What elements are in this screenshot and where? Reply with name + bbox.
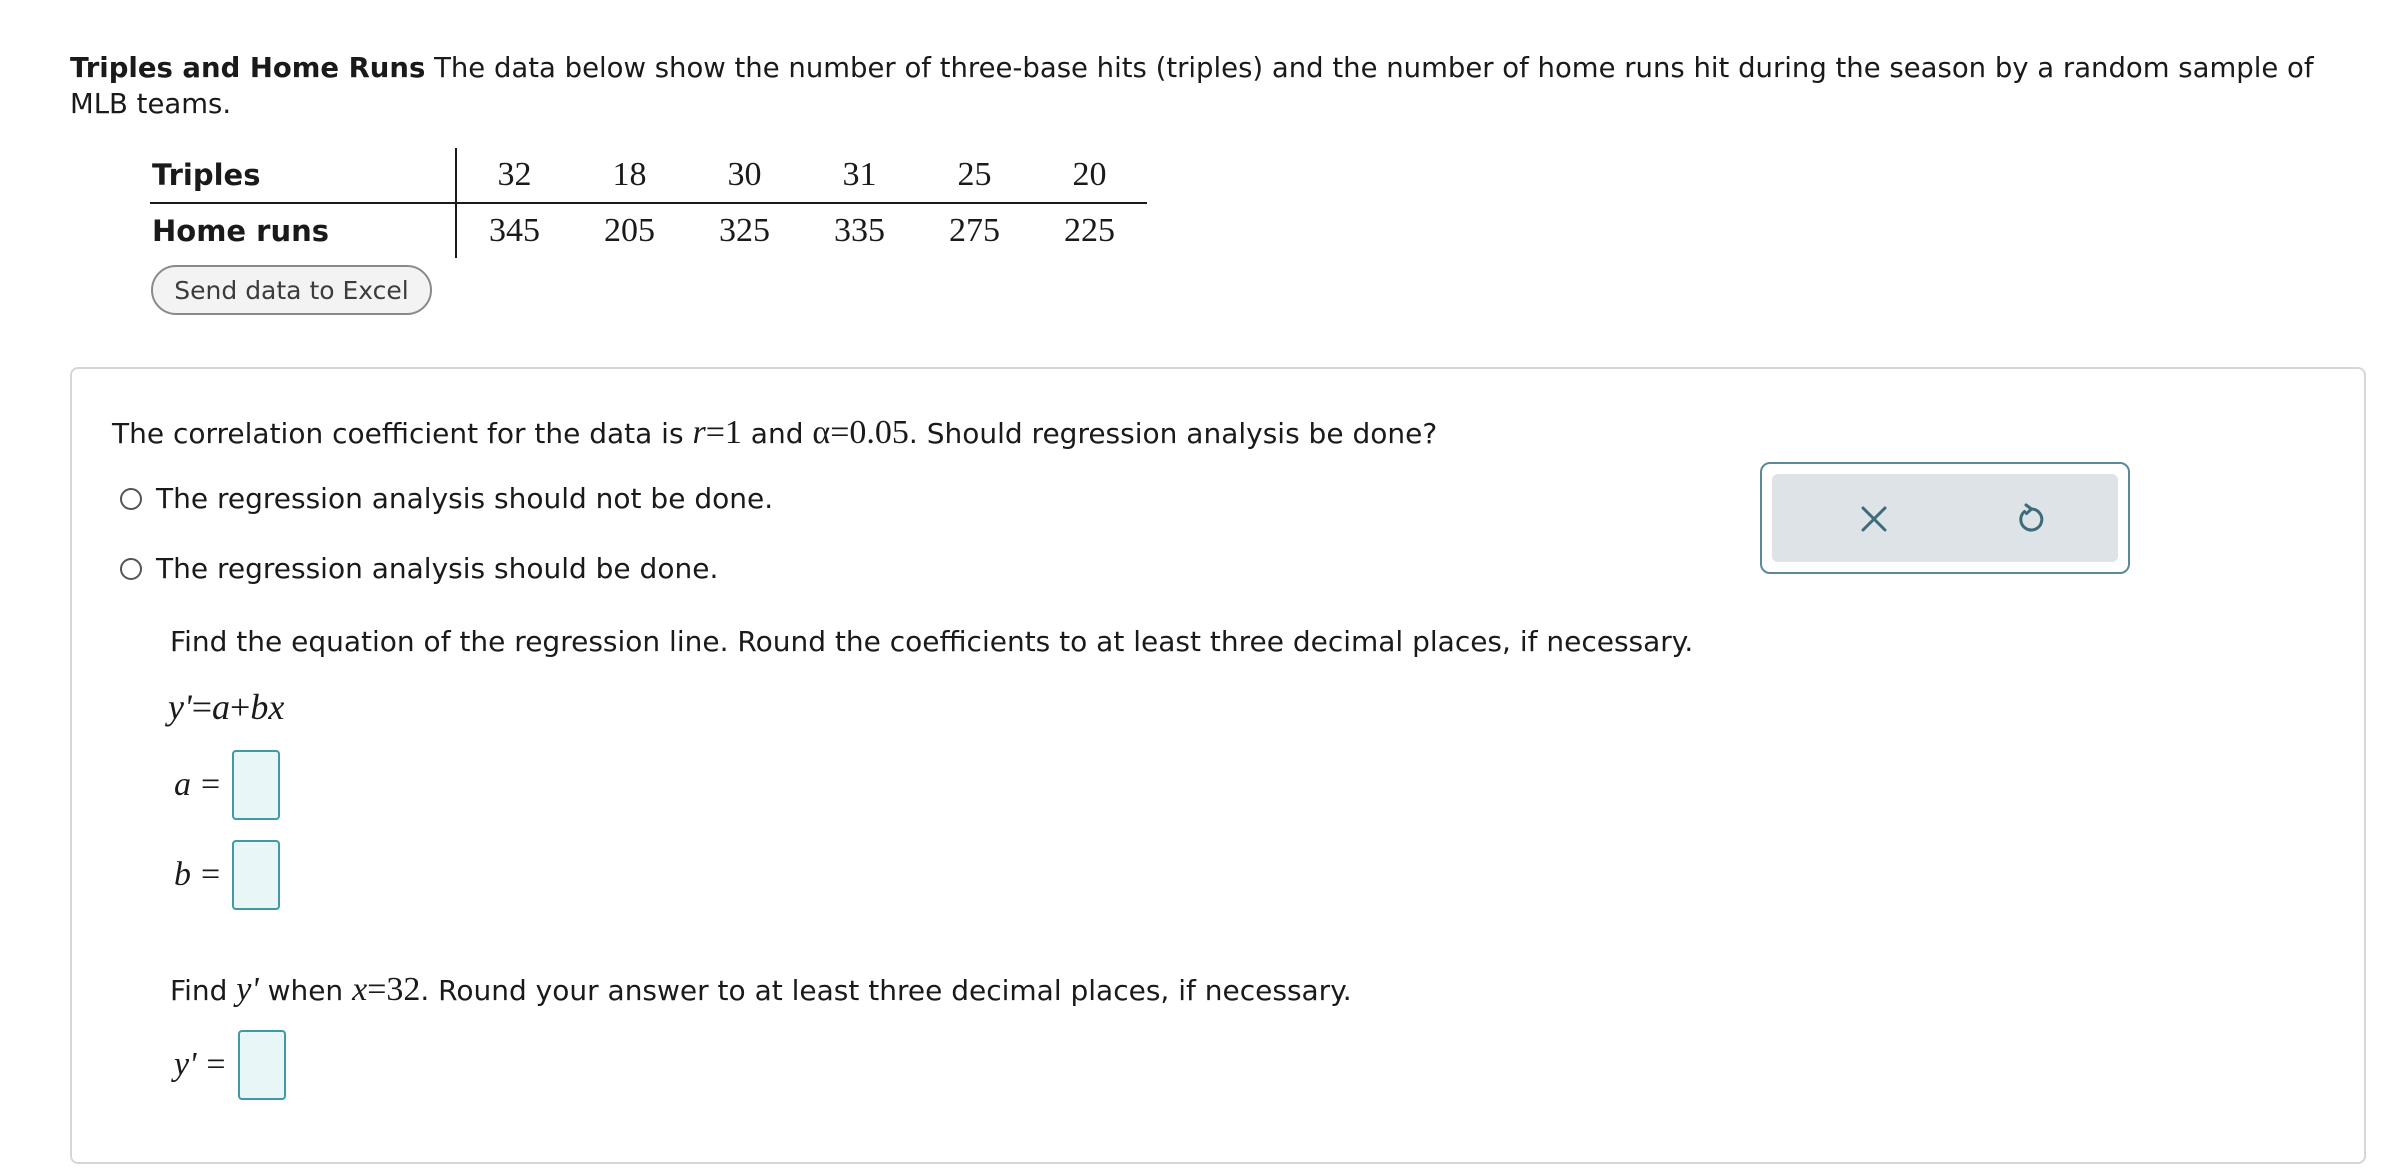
question-text: when <box>267 974 344 1007</box>
equation-plus: + <box>230 687 251 727</box>
equation-eq: = <box>191 687 212 727</box>
home-runs-cell: 345 <box>489 212 540 249</box>
question-predict: Find y' when x=32. Round your answer to … <box>170 970 1352 1011</box>
home-runs-cell: 205 <box>604 212 655 249</box>
b-input[interactable] <box>232 840 281 910</box>
problem-title: Triples and Home Runs <box>70 52 426 84</box>
radio-button[interactable] <box>120 557 142 580</box>
option-done[interactable]: The regression analysis should be done. <box>120 552 718 585</box>
triples-cell: 32 <box>456 148 572 204</box>
problem-intro: Triples and Home Runs The data below sho… <box>70 50 2360 122</box>
data-table: Triples 32 18 30 31 25 20 Home runs 345 … <box>150 148 1147 258</box>
question-text: Find <box>170 974 228 1007</box>
answer-toolbar <box>1760 462 2130 574</box>
math-x: x <box>352 971 368 1008</box>
row-label-triples: Triples <box>150 148 457 204</box>
question-text: The correlation coefficient for the data… <box>112 417 684 450</box>
home-runs-cell: 225 <box>1064 212 1115 249</box>
math-x-value: =32 <box>367 971 421 1008</box>
table-row: Home runs 345 205 325 335 275 225 <box>150 203 1147 258</box>
math-r: r <box>692 414 706 451</box>
option-not-done[interactable]: The regression analysis should not be do… <box>120 482 773 515</box>
equals-sign: = <box>201 766 221 803</box>
equation-bx: bx <box>250 687 285 727</box>
equation-lhs: y' <box>168 687 192 727</box>
answer-label-a: a <box>174 766 191 803</box>
undo-icon <box>2019 503 2044 532</box>
option-label: The regression analysis should not be do… <box>156 482 774 515</box>
triples-cell: 25 <box>917 148 1032 204</box>
y-prime-input[interactable] <box>237 1030 286 1100</box>
equals-sign: = <box>206 1046 226 1083</box>
answer-row-a: a = <box>174 750 281 820</box>
option-label: The regression analysis should be done. <box>156 552 719 585</box>
answer-row-b: b = <box>174 840 281 910</box>
regression-equation: y'=a+bx <box>168 686 284 728</box>
math-r-value: =1 <box>705 414 742 451</box>
page: Triples and Home Runs The data below sho… <box>0 0 2400 1168</box>
triples-cell: 30 <box>687 148 802 204</box>
home-runs-cell: 275 <box>949 212 1000 249</box>
toolbar-background <box>1772 474 2118 562</box>
triples-cell: 18 <box>572 148 687 204</box>
math-alpha: α=0.05 <box>812 414 909 451</box>
math-y-prime: y' <box>236 971 259 1008</box>
equation-a: a <box>212 687 230 727</box>
triples-cell: 31 <box>802 148 917 204</box>
question-correlation: The correlation coefficient for the data… <box>112 412 1437 455</box>
answer-row-y: y' = <box>174 1030 286 1100</box>
answer-label-b: b <box>174 856 191 893</box>
equals-sign: = <box>201 856 221 893</box>
radio-button[interactable] <box>120 487 142 510</box>
question-regression-line: Find the equation of the regression line… <box>170 625 1694 658</box>
reset-button[interactable] <box>2004 492 2058 546</box>
home-runs-cell: 335 <box>834 212 885 249</box>
row-label-home-runs: Home runs <box>150 203 457 258</box>
send-to-excel-button[interactable]: Send data to Excel <box>151 265 432 315</box>
table-row: Triples 32 18 30 31 25 20 <box>150 148 1147 204</box>
close-icon <box>1861 506 1887 532</box>
question-text: and <box>750 417 804 450</box>
clear-button[interactable] <box>1847 492 1901 546</box>
question-text: . Round your answer to at least three de… <box>420 974 1352 1007</box>
home-runs-cell: 325 <box>719 212 770 249</box>
answer-label-y: y' <box>174 1046 197 1083</box>
a-input[interactable] <box>232 750 281 820</box>
triples-cell: 20 <box>1032 148 1147 204</box>
question-text: . Should regression analysis be done? <box>908 417 1438 450</box>
